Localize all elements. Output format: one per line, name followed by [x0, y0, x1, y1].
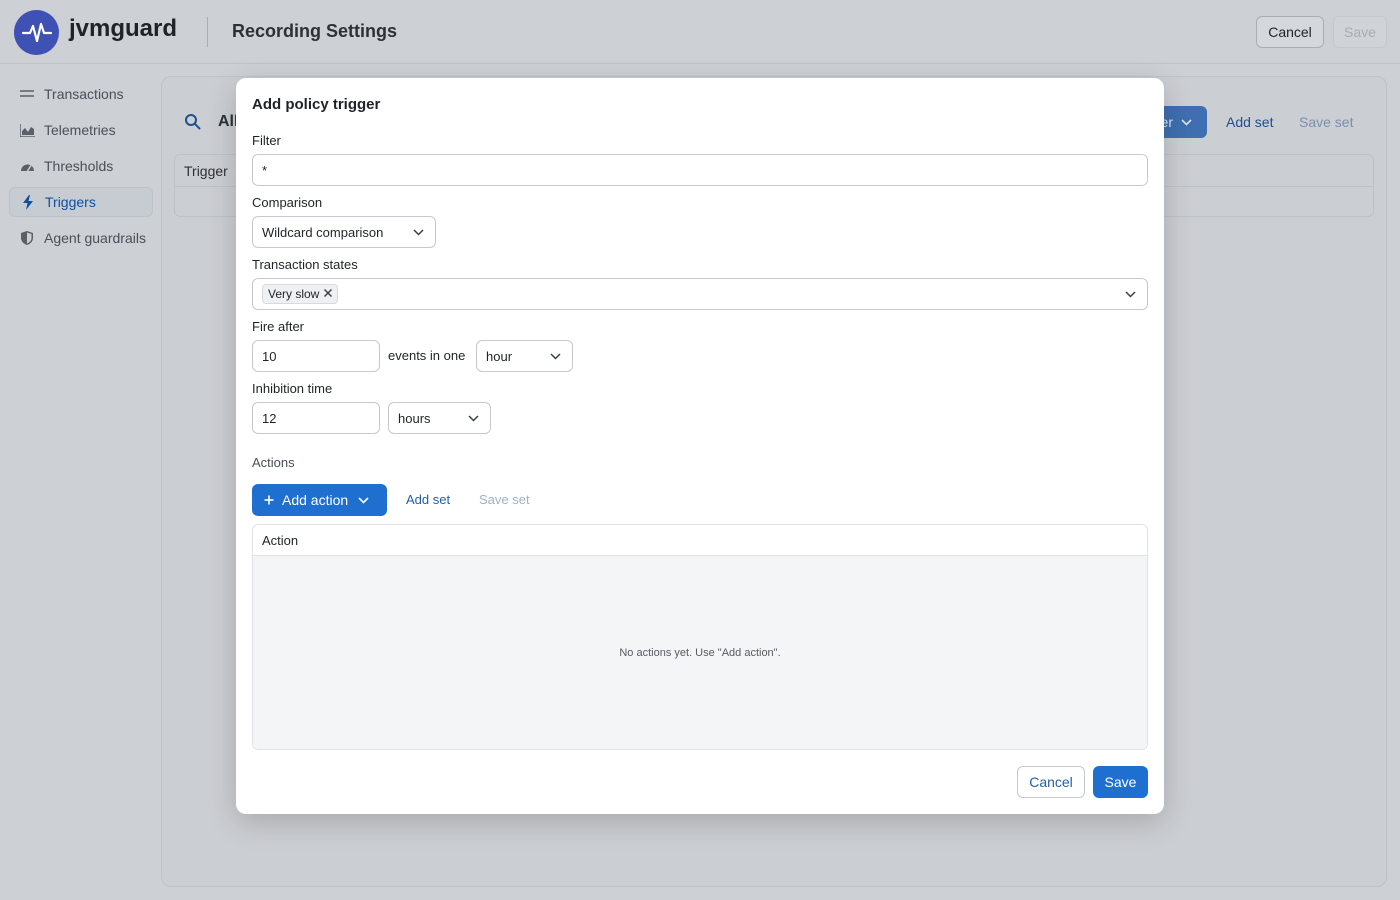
fire-after-label: Fire after: [252, 319, 305, 334]
save-set-link[interactable]: Save set: [479, 492, 530, 507]
inhibition-unit-select[interactable]: hours: [388, 402, 491, 434]
lightning-icon: [20, 194, 36, 210]
sidebar-item-label: Transactions: [44, 86, 124, 102]
add-action-button[interactable]: Add action: [252, 484, 387, 516]
chevron-down-icon: [466, 411, 480, 425]
actions-empty-state: No actions yet. Use "Add action".: [253, 556, 1147, 749]
chart-icon: [19, 122, 35, 138]
sidebar-item-telemetries[interactable]: Telemetries: [9, 115, 153, 145]
filter-label: Filter: [252, 133, 281, 148]
table-header-action: Action: [253, 525, 1147, 556]
sidebar-item-label: Thresholds: [44, 158, 114, 174]
background-add-set-link[interactable]: Add set: [1226, 114, 1273, 130]
chevron-down-icon: [1123, 287, 1137, 301]
actions-table: Action No actions yet. Use "Add action".: [252, 524, 1148, 750]
sidebar-item-label: Telemetries: [44, 122, 116, 138]
dialog-title: Add policy trigger: [252, 96, 381, 113]
sidebar-item-label: Agent guardrails: [44, 230, 146, 246]
filter-input[interactable]: *: [252, 154, 1148, 186]
brand-name: jvmguard: [69, 15, 178, 42]
jvmguard-logo-icon: [14, 10, 59, 55]
chevron-down-icon: [548, 349, 562, 363]
chevron-down-icon: [356, 493, 370, 507]
comparison-label: Comparison: [252, 195, 323, 210]
sidebar-item-agent-guardrails[interactable]: Agent guardrails: [9, 223, 153, 253]
sidebar-item-label: Triggers: [45, 194, 96, 210]
state-chip-label: Very slow: [268, 287, 320, 301]
dialog-save-button[interactable]: Save: [1093, 766, 1148, 798]
sidebar-item-triggers[interactable]: Triggers: [9, 187, 153, 217]
fire-after-count-input[interactable]: 10: [252, 340, 380, 372]
chevron-down-icon: [411, 225, 425, 239]
sidebar-item-transactions[interactable]: Transactions: [9, 79, 153, 109]
add-policy-trigger-dialog: Add policy trigger Filter * Comparison W…: [236, 78, 1164, 814]
add-action-label: Add action: [282, 492, 349, 508]
search-icon[interactable]: [184, 113, 201, 133]
events-in-one-text: events in one: [388, 348, 466, 363]
fire-after-unit-value: hour: [486, 348, 513, 364]
gauge-icon: [19, 158, 35, 174]
top-bar: jvmguard Recording Settings Cancel Save: [0, 0, 1400, 64]
list-icon: [19, 86, 35, 102]
empty-state-text: No actions yet. Use "Add action".: [619, 646, 781, 659]
actions-label: Actions: [252, 455, 295, 470]
plus-icon: [264, 492, 274, 508]
shield-icon: [19, 230, 35, 246]
comparison-select[interactable]: Wildcard comparison: [252, 216, 436, 248]
remove-chip-icon[interactable]: [323, 287, 333, 301]
header-save-button[interactable]: Save: [1333, 16, 1387, 48]
sidebar-item-thresholds[interactable]: Thresholds: [9, 151, 153, 181]
header-divider: [207, 17, 208, 47]
sidebar: Transactions Telemetries Thresholds Trig…: [0, 64, 160, 900]
header-cancel-button[interactable]: Cancel: [1256, 16, 1324, 48]
comparison-value: Wildcard comparison: [262, 224, 384, 240]
add-set-link[interactable]: Add set: [406, 492, 450, 507]
inhibition-time-label: Inhibition time: [252, 381, 333, 396]
transaction-states-label: Transaction states: [252, 257, 358, 272]
background-save-set-link[interactable]: Save set: [1299, 114, 1353, 130]
dialog-cancel-button[interactable]: Cancel: [1017, 766, 1085, 798]
page-title: Recording Settings: [232, 21, 398, 41]
chevron-down-icon: [1179, 115, 1193, 129]
inhibition-unit-value: hours: [398, 410, 431, 426]
inhibition-time-input[interactable]: 12: [252, 402, 380, 434]
transaction-states-select[interactable]: Very slow: [252, 278, 1148, 310]
fire-after-unit-select[interactable]: hour: [476, 340, 573, 372]
state-chip: Very slow: [262, 284, 339, 304]
